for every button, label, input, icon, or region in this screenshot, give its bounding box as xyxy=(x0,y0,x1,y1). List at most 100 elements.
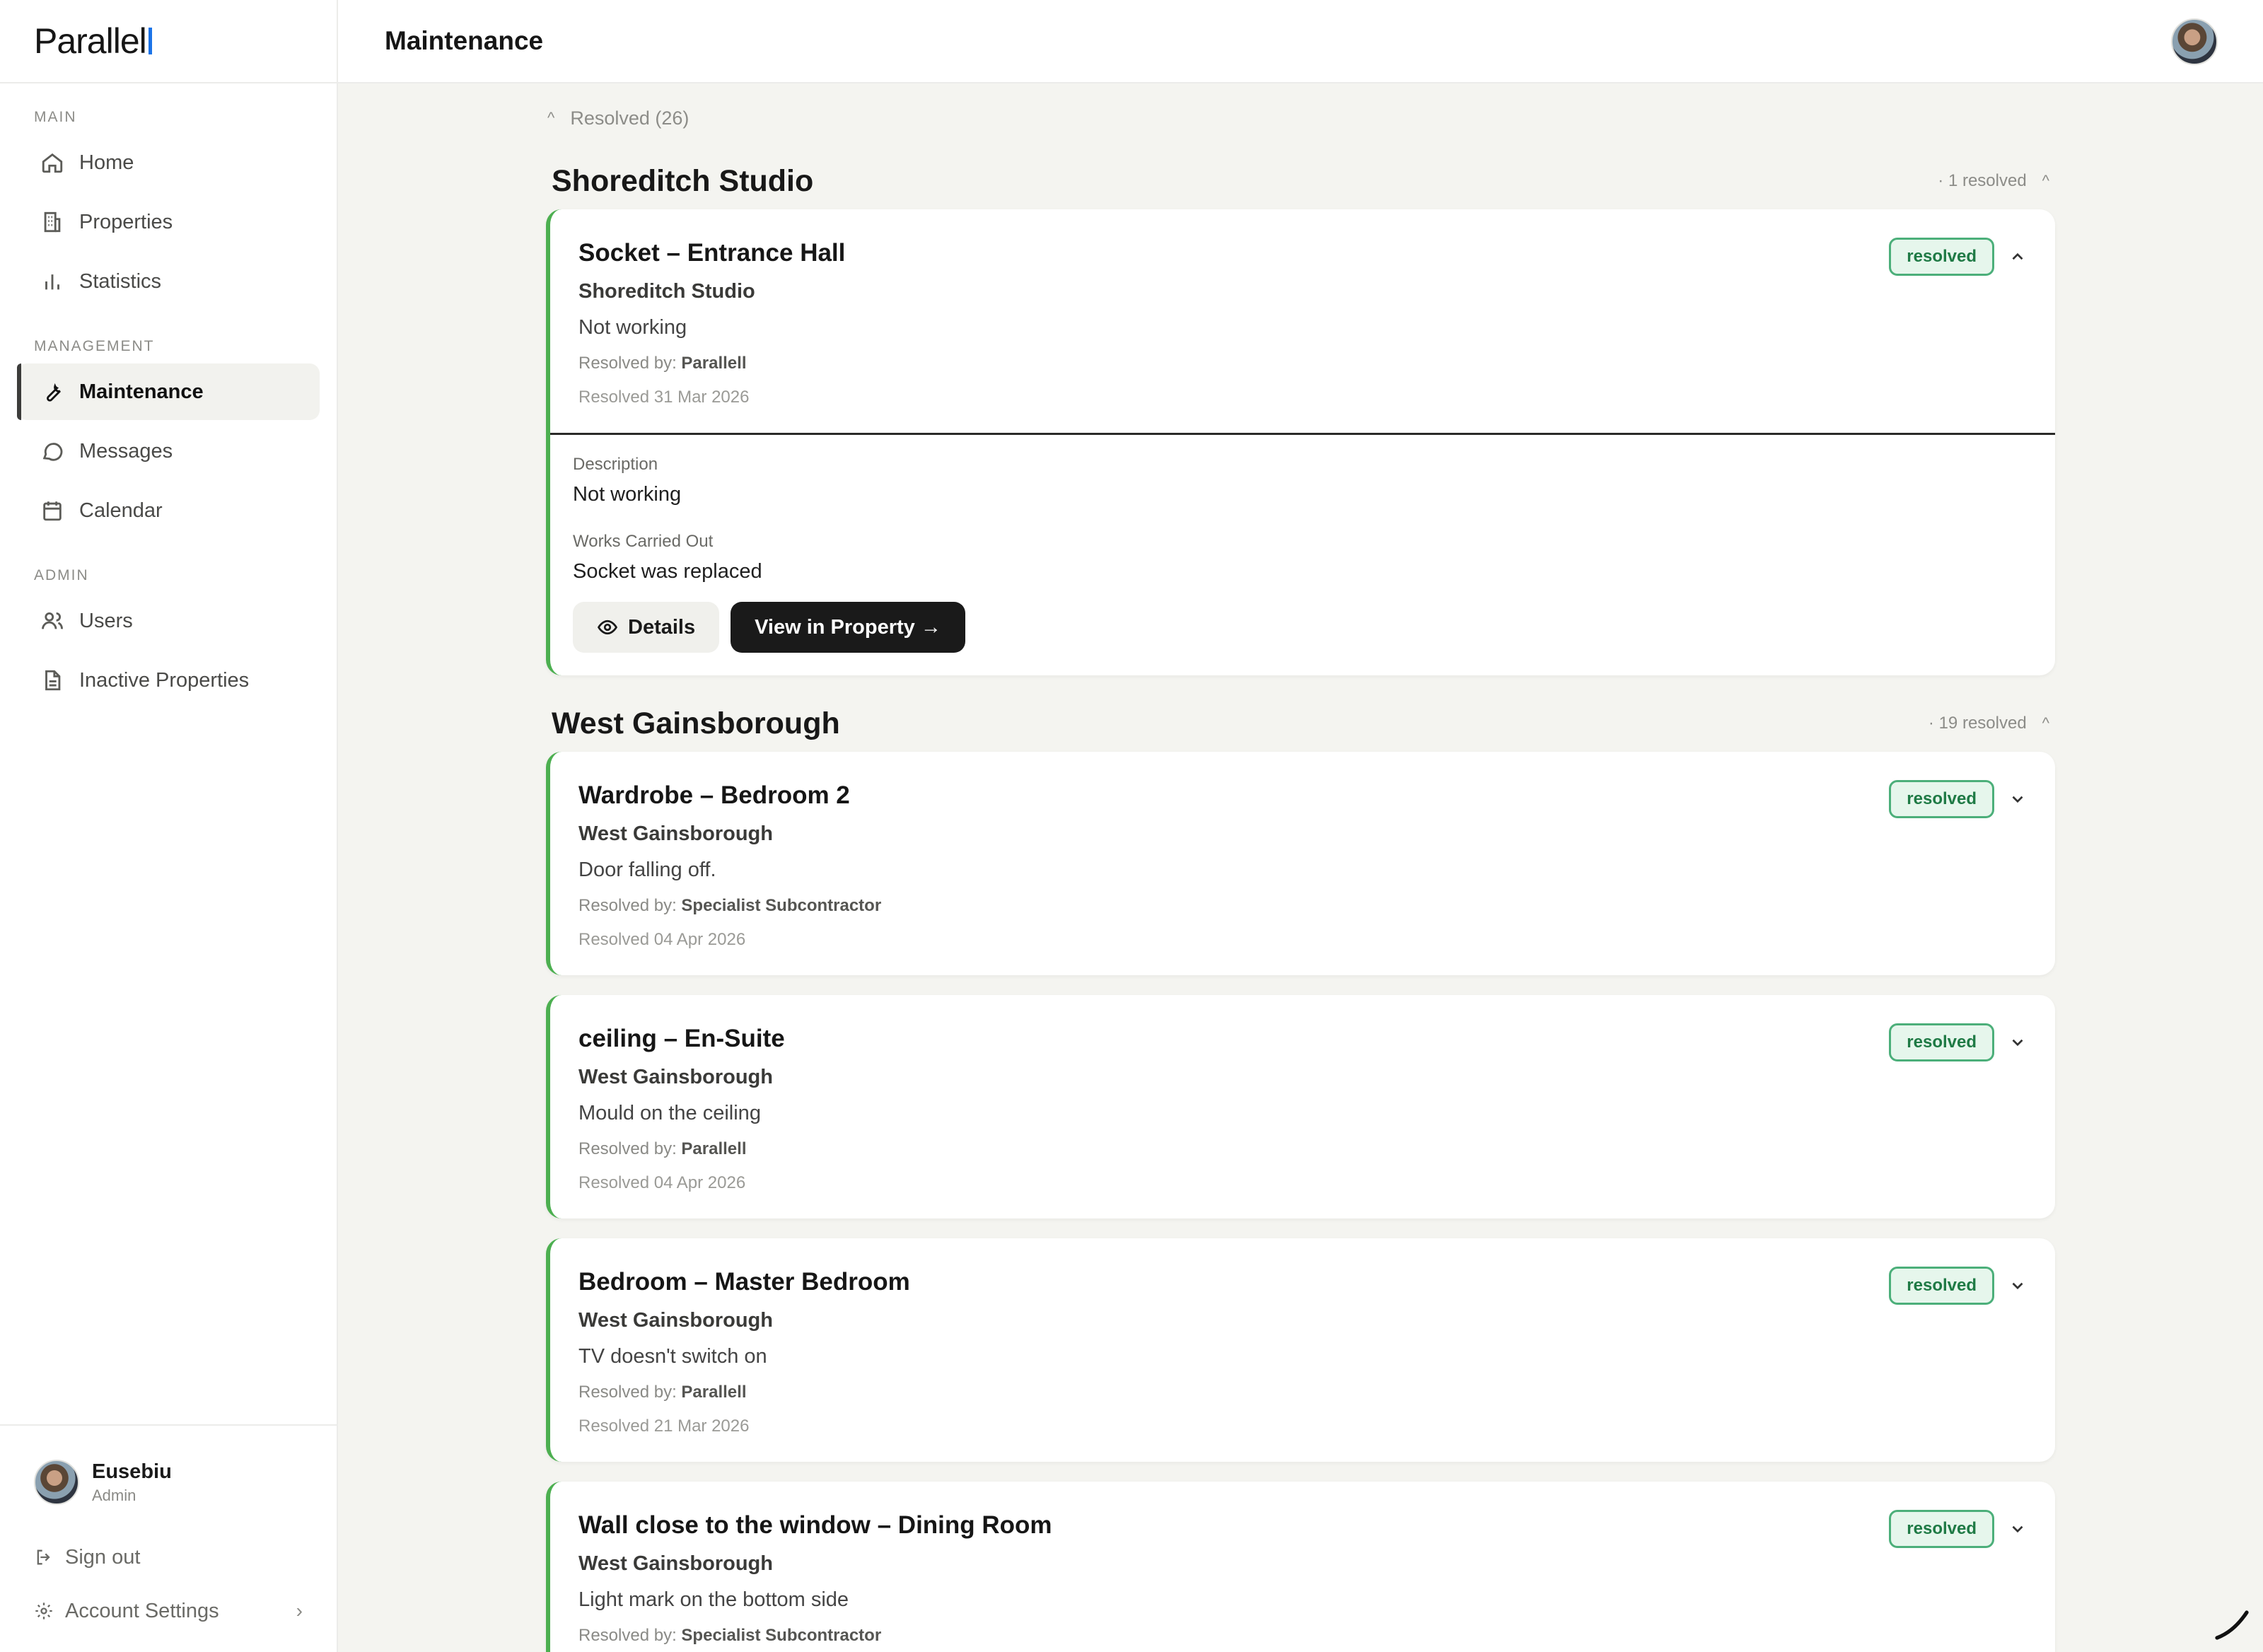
top-bar: Maintenance xyxy=(338,0,2263,83)
resolved-toggle-label: Resolved (26) xyxy=(570,107,690,129)
building-icon xyxy=(38,208,66,236)
document-icon xyxy=(38,666,66,694)
group-collapse-toggle[interactable]: · 1 resolved ^ xyxy=(1938,171,2049,191)
sidebar-item-label: Statistics xyxy=(79,269,162,293)
resolved-section-toggle[interactable]: ^ Resolved (26) xyxy=(546,83,2055,153)
card-resolved-by: Resolved by: Specialist Subcontractor xyxy=(578,1626,2027,1646)
sign-out-button[interactable]: Sign out xyxy=(34,1530,303,1584)
group-count: · 1 resolved xyxy=(1938,171,2027,190)
logo[interactable]: Parallel xyxy=(0,0,337,83)
resolved-by-label: Resolved by: xyxy=(578,1626,677,1645)
status-badge: resolved xyxy=(1889,238,1994,276)
card-title: Socket – Entrance Hall xyxy=(578,239,846,267)
card-date: Resolved 04 Apr 2026 xyxy=(578,930,746,949)
sidebar-item-label: Properties xyxy=(79,210,173,233)
sidebar-item-messages[interactable]: Messages xyxy=(17,423,320,479)
nav-heading: MAIN xyxy=(34,109,77,125)
logo-accent xyxy=(148,28,152,54)
status-badge: resolved xyxy=(1889,1267,1994,1305)
sidebar-footer: Eusebiu Admin Sign out Account Settings … xyxy=(0,1424,337,1652)
resolved-by-value: Parallell xyxy=(681,354,747,373)
chevron-right-icon: › xyxy=(296,1600,303,1622)
sign-out-icon xyxy=(37,1549,50,1565)
bar-chart-icon xyxy=(38,267,66,296)
account-settings-label: Account Settings xyxy=(65,1599,219,1622)
eye-icon xyxy=(597,620,618,635)
loading-spinner-icon xyxy=(2215,1610,2249,1640)
sidebar-item-label: Home xyxy=(79,151,134,174)
card-property: West Gainsborough xyxy=(578,1552,773,1575)
gear-icon xyxy=(35,1602,52,1619)
card-property: West Gainsborough xyxy=(578,1309,773,1332)
header-avatar[interactable] xyxy=(2171,18,2218,65)
sidebar-item-inactive-properties[interactable]: Inactive Properties xyxy=(17,652,320,709)
card-resolved-by: Resolved by: Parallell xyxy=(578,354,2027,373)
maintenance-card[interactable]: Wall close to the window – Dining Room W… xyxy=(546,1482,2055,1652)
card-description: Light mark on the bottom side xyxy=(578,1588,849,1611)
sidebar-item-maintenance[interactable]: Maintenance xyxy=(17,363,320,420)
card-title: Wardrobe – Bedroom 2 xyxy=(578,781,850,809)
wrench-icon xyxy=(38,378,66,406)
sidebar: Parallel MAIN Home Properties Statistics… xyxy=(0,0,338,1652)
expand-card-button[interactable] xyxy=(2006,1517,2030,1541)
description-label: Description xyxy=(573,455,658,474)
sidebar-item-statistics[interactable]: Statistics xyxy=(17,253,320,310)
resolved-by-label: Resolved by: xyxy=(578,896,677,915)
maintenance-card[interactable]: ceiling – En-Suite West Gainsborough Mou… xyxy=(546,995,2055,1218)
description-value: Not working xyxy=(573,483,682,506)
details-button[interactable]: Details xyxy=(573,602,720,653)
card-details-panel: Description Not working Works Carried Ou… xyxy=(550,433,2055,675)
sidebar-item-label: Messages xyxy=(79,439,173,463)
group-title: West Gainsborough xyxy=(552,706,840,740)
avatar xyxy=(34,1460,79,1505)
group-collapse-toggle[interactable]: · 19 resolved ^ xyxy=(1929,714,2049,733)
account-settings-button[interactable]: Account Settings › xyxy=(34,1584,303,1638)
nav-heading: MANAGEMENT xyxy=(34,338,155,354)
resolved-by-label: Resolved by: xyxy=(578,1383,677,1402)
collapse-card-button[interactable] xyxy=(2006,245,2030,269)
chevron-down-icon xyxy=(2012,1039,2023,1047)
chevron-down-icon xyxy=(2012,796,2023,803)
resolved-by-value: Specialist Subcontractor xyxy=(681,1626,882,1645)
view-in-property-button[interactable]: View in Property → xyxy=(731,602,965,653)
details-button-label: Details xyxy=(628,615,696,639)
card-description: Mould on the ceiling xyxy=(578,1102,761,1124)
status-badge: resolved xyxy=(1889,780,1994,818)
resolved-by-value: Parallell xyxy=(681,1383,747,1402)
card-date: Resolved 21 Mar 2026 xyxy=(578,1417,750,1436)
user-info: Eusebiu Admin xyxy=(92,1460,172,1505)
card-title: ceiling – En-Suite xyxy=(578,1025,785,1052)
sidebar-item-users[interactable]: Users xyxy=(17,593,320,649)
user-name: Eusebiu xyxy=(92,1460,172,1483)
maintenance-card[interactable]: Bedroom – Master Bedroom West Gainsborou… xyxy=(546,1238,2055,1462)
expand-card-button[interactable] xyxy=(2006,787,2030,811)
home-icon xyxy=(38,149,66,177)
card-description: Not working xyxy=(578,316,687,339)
user-role: Admin xyxy=(92,1486,136,1504)
sidebar-item-calendar[interactable]: Calendar xyxy=(17,482,320,539)
maintenance-card[interactable]: Wardrobe – Bedroom 2 West Gainsborough D… xyxy=(546,752,2055,975)
sidebar-item-home[interactable]: Home xyxy=(17,134,320,191)
resolved-by-label: Resolved by: xyxy=(578,1139,677,1158)
chevron-up-icon: ^ xyxy=(2042,172,2049,190)
chevron-up-icon xyxy=(2012,252,2023,260)
page-title: Maintenance xyxy=(385,26,544,55)
card-property: West Gainsborough xyxy=(578,822,773,845)
chevron-down-icon xyxy=(2012,1282,2023,1290)
view-button-label: View in Property → xyxy=(755,615,941,639)
sidebar-item-label: Inactive Properties xyxy=(79,668,250,692)
user-profile[interactable]: Eusebiu Admin xyxy=(34,1460,303,1505)
card-description: TV doesn't switch on xyxy=(578,1345,767,1368)
sidebar-item-properties[interactable]: Properties xyxy=(17,194,320,250)
expand-card-button[interactable] xyxy=(2006,1030,2030,1054)
maintenance-card[interactable]: Socket – Entrance Hall Shoreditch Studio… xyxy=(546,209,2055,675)
sign-out-label: Sign out xyxy=(65,1545,141,1569)
sidebar-item-label: Maintenance xyxy=(79,380,204,403)
chevron-down-icon xyxy=(2012,1525,2023,1533)
card-description: Door falling off. xyxy=(578,859,716,881)
status-badge: resolved xyxy=(1889,1510,1994,1548)
users-icon xyxy=(38,607,66,635)
expand-card-button[interactable] xyxy=(2006,1274,2030,1298)
chevron-up-icon: ^ xyxy=(547,109,555,127)
card-resolved-by: Resolved by: Specialist Subcontractor xyxy=(578,896,2027,916)
